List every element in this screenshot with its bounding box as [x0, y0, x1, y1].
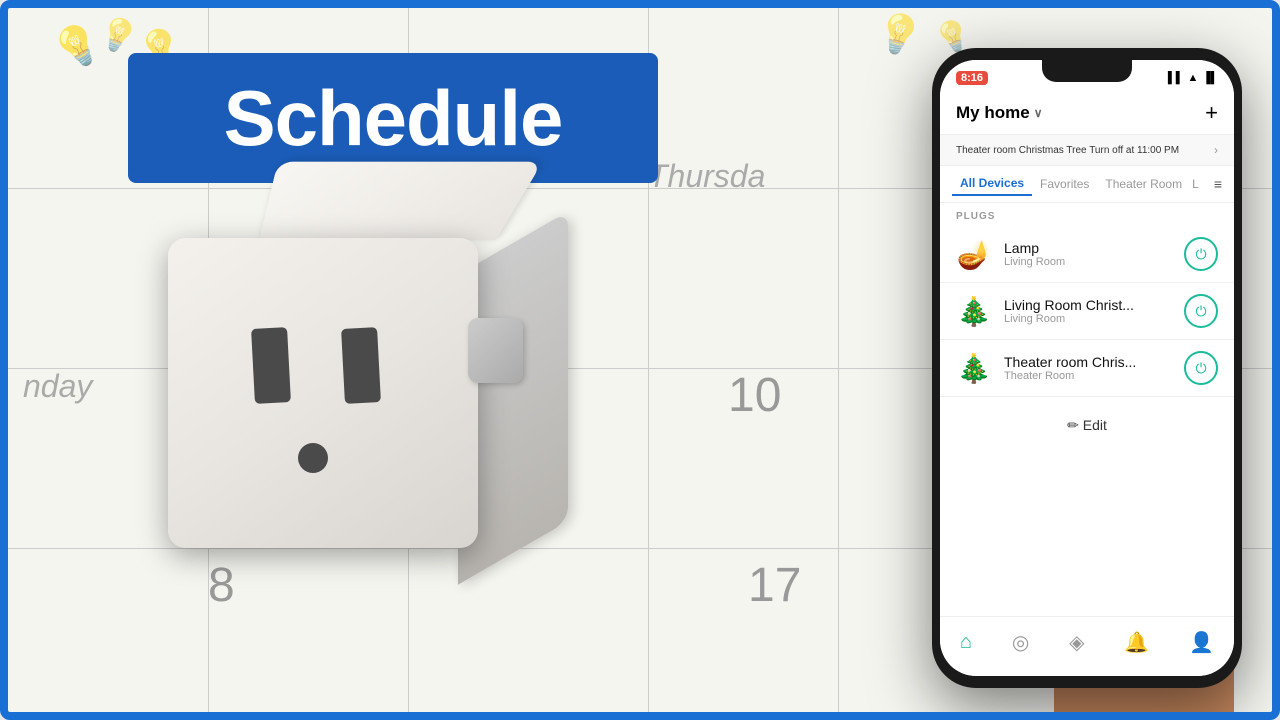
bottom-nav: ⌂ ◎ ◈ 🔔 👤 [940, 616, 1234, 676]
device-item-living-christmas[interactable]: 🎄 Living Room Christ... Living Room ⏻ [940, 283, 1234, 340]
nav-profile[interactable]: 👤 [1189, 630, 1214, 655]
prong-ground [298, 443, 328, 473]
power-icon-theater-christmas: ⏻ [1195, 360, 1206, 377]
device-room-theater-christmas: Theater Room [1004, 370, 1172, 382]
device-icon-lamp: 🪔 [956, 236, 992, 272]
device-item-lamp[interactable]: 🪔 Lamp Living Room ⏻ [940, 226, 1234, 283]
power-button-lamp[interactable]: ⏻ [1184, 237, 1218, 271]
device-room-living-christmas: Living Room [1004, 313, 1172, 325]
nav-scenes[interactable]: ◈ [1069, 630, 1084, 655]
phone-screen: 8:16 ▌▌ ▲ ▐▌ My home ∨ + Theater room Ch… [940, 60, 1234, 676]
home-nav-icon: ⌂ [960, 631, 972, 654]
tab-theater-room[interactable]: Theater Room [1097, 173, 1190, 195]
app-header: My home ∨ + [940, 92, 1234, 135]
add-button[interactable]: + [1205, 100, 1218, 126]
device-name-living-christmas: Living Room Christ... [1004, 297, 1172, 313]
device-info-theater-christmas: Theater room Chris... Theater Room [1004, 354, 1172, 382]
device-icon-living-christmas: 🎄 [956, 293, 992, 329]
power-button-living-christmas[interactable]: ⏻ [1184, 294, 1218, 328]
edit-button[interactable]: ✏ Edit [1067, 417, 1107, 434]
notif-text: Theater room Christmas Tree Turn off at … [956, 145, 1214, 156]
status-icons: ▌▌ ▲ ▐▌ [1168, 72, 1218, 84]
tab-more[interactable]: L [1192, 177, 1199, 191]
device-name-lamp: Lamp [1004, 240, 1172, 256]
plug-top-face [259, 162, 543, 240]
device-info-lamp: Lamp Living Room [1004, 240, 1172, 268]
list-view-icon[interactable]: ≡ [1214, 176, 1222, 192]
phone-notch [1042, 60, 1132, 82]
tab-favorites[interactable]: Favorites [1032, 173, 1097, 195]
home-title-area[interactable]: My home ∨ [956, 103, 1042, 123]
prong-right [341, 327, 381, 404]
battery-icon: ▐▌ [1202, 72, 1218, 84]
wifi-icon: ▲ [1188, 72, 1199, 84]
device-name-theater-christmas: Theater room Chris... [1004, 354, 1172, 370]
home-label: My home [956, 103, 1030, 123]
power-icon-living-christmas: ⏻ [1195, 303, 1206, 320]
profile-nav-icon: 👤 [1189, 630, 1214, 655]
power-icon-lamp: ⏻ [1195, 246, 1206, 263]
tab-all-devices[interactable]: All Devices [952, 172, 1032, 196]
status-time: 8:16 [956, 71, 988, 85]
plug-front-face [168, 238, 478, 548]
prong-left [251, 327, 291, 404]
device-info-living-christmas: Living Room Christ... Living Room [1004, 297, 1172, 325]
discover-nav-icon: ◎ [1012, 630, 1029, 655]
nav-alerts[interactable]: 🔔 [1124, 630, 1149, 655]
schedule-notification[interactable]: Theater room Christmas Tree Turn off at … [940, 135, 1234, 166]
phone-mockup: 8:16 ▌▌ ▲ ▐▌ My home ∨ + Theater room Ch… [932, 48, 1242, 688]
section-plugs-label: PLUGS [940, 203, 1234, 226]
calendar-background: Thursda nday 8 10 5 17 💡 💡 💡 💡 💡 Schedul… [8, 8, 1272, 712]
device-room-lamp: Living Room [1004, 256, 1172, 268]
plug-side-button [468, 318, 523, 383]
device-icon-theater-christmas: 🎄 [956, 350, 992, 386]
plug-3d-container [68, 128, 688, 628]
signal-icon: ▌▌ [1168, 72, 1184, 84]
cal-num-10: 10 [728, 368, 781, 423]
alerts-nav-icon: 🔔 [1124, 630, 1149, 655]
device-list: 🪔 Lamp Living Room ⏻ 🎄 Living Room Chris… [940, 226, 1234, 397]
notif-chevron-icon: › [1214, 143, 1218, 157]
power-button-theater-christmas[interactable]: ⏻ [1184, 351, 1218, 385]
nav-discover[interactable]: ◎ [1012, 630, 1029, 655]
cal-num-17: 17 [748, 558, 801, 613]
device-item-theater-christmas[interactable]: 🎄 Theater room Chris... Theater Room ⏻ [940, 340, 1234, 397]
chevron-down-icon: ∨ [1034, 106, 1043, 120]
edit-section: ✏ Edit [940, 397, 1234, 454]
nav-home[interactable]: ⌂ [960, 631, 972, 654]
tabs-bar: All Devices Favorites Theater Room L ≡ [940, 166, 1234, 203]
scenes-nav-icon: ◈ [1069, 630, 1084, 655]
